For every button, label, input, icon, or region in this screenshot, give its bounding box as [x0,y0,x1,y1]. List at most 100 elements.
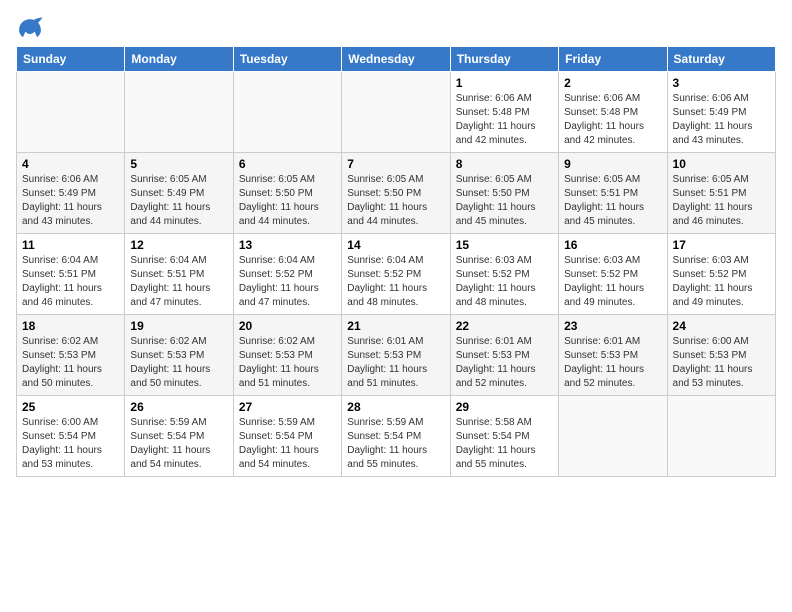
calendar-cell: 9Sunrise: 6:05 AMSunset: 5:51 PMDaylight… [559,153,667,234]
calendar-cell [17,72,125,153]
day-info: Daylight: 11 hours and 50 minutes. [130,363,227,391]
calendar-cell: 7Sunrise: 6:05 AMSunset: 5:50 PMDaylight… [342,153,450,234]
day-info: Sunrise: 6:05 AM [239,173,336,187]
page-header [16,16,776,38]
calendar-cell: 4Sunrise: 6:06 AMSunset: 5:49 PMDaylight… [17,153,125,234]
day-info: Daylight: 11 hours and 44 minutes. [130,201,227,229]
day-info: Sunrise: 6:01 AM [456,335,553,349]
calendar-cell [342,72,450,153]
day-number: 7 [347,157,444,171]
calendar-week-row: 4Sunrise: 6:06 AMSunset: 5:49 PMDaylight… [17,153,776,234]
day-number: 22 [456,319,553,333]
day-info: Sunrise: 5:58 AM [456,416,553,430]
day-info: Sunset: 5:53 PM [130,349,227,363]
day-info: Daylight: 11 hours and 50 minutes. [22,363,119,391]
day-info: Daylight: 11 hours and 48 minutes. [456,282,553,310]
calendar-week-row: 18Sunrise: 6:02 AMSunset: 5:53 PMDayligh… [17,315,776,396]
day-number: 12 [130,238,227,252]
day-info: Sunset: 5:49 PM [22,187,119,201]
calendar-cell: 16 Sunrise: 6:03 AMSunset: 5:52 PMDayligh… [559,234,667,315]
calendar-cell: 17Sunrise: 6:03 AMSunset: 5:52 PMDayligh… [667,234,775,315]
day-info: Daylight: 11 hours and 49 minutes. [673,282,770,310]
day-info: Sunrise: 6:03 AM [456,254,553,268]
calendar-cell: 19Sunrise: 6:02 AMSunset: 5:53 PMDayligh… [125,315,233,396]
day-number: 25 [22,400,119,414]
calendar-cell: 20Sunrise: 6:02 AMSunset: 5:53 PMDayligh… [233,315,341,396]
day-info: Daylight: 11 hours and 52 minutes. [564,363,661,391]
day-info: Sunset: 5:54 PM [347,430,444,444]
day-info: Daylight: 11 hours and 51 minutes. [347,363,444,391]
day-info: Sunset: 5:50 PM [456,187,553,201]
calendar-cell: 26Sunrise: 5:59 AMSunset: 5:54 PMDayligh… [125,396,233,477]
logo [16,16,48,38]
day-number: 5 [130,157,227,171]
day-info: Daylight: 11 hours and 47 minutes. [130,282,227,310]
weekday-header: Monday [125,47,233,72]
day-info: Daylight: 11 hours and 55 minutes. [347,444,444,472]
day-number: 2 [564,76,661,90]
day-info: Daylight: 11 hours and 49 minutes. [564,282,661,310]
calendar-cell: 21Sunrise: 6:01 AMSunset: 5:53 PMDayligh… [342,315,450,396]
calendar-cell: 27Sunrise: 5:59 AMSunset: 5:54 PMDayligh… [233,396,341,477]
calendar-cell [125,72,233,153]
day-number: 21 [347,319,444,333]
day-info: Sunset: 5:50 PM [239,187,336,201]
day-info: Daylight: 11 hours and 42 minutes. [564,120,661,148]
day-number: 15 [456,238,553,252]
day-info: Sunset: 5:52 PM [239,268,336,282]
day-number: 11 [22,238,119,252]
weekday-header: Tuesday [233,47,341,72]
calendar-cell: 12Sunrise: 6:04 AMSunset: 5:51 PMDayligh… [125,234,233,315]
calendar-cell: 6Sunrise: 6:05 AMSunset: 5:50 PMDaylight… [233,153,341,234]
day-info: Sunset: 5:49 PM [673,106,770,120]
day-info: Sunset: 5:54 PM [239,430,336,444]
day-info: Sunrise: 6:04 AM [347,254,444,268]
day-info: Sunrise: 6:06 AM [456,92,553,106]
calendar-cell: 24Sunrise: 6:00 AMSunset: 5:53 PMDayligh… [667,315,775,396]
day-info: Sunrise: 6:05 AM [130,173,227,187]
day-number: 24 [673,319,770,333]
day-info: Sunrise: 6:00 AM [22,416,119,430]
day-info: Sunset: 5:52 PM [564,268,661,282]
day-number: 13 [239,238,336,252]
day-info: Daylight: 11 hours and 52 minutes. [456,363,553,391]
day-info: Sunrise: 5:59 AM [130,416,227,430]
day-number: 8 [456,157,553,171]
day-info: Daylight: 11 hours and 48 minutes. [347,282,444,310]
calendar-week-row: 25Sunrise: 6:00 AMSunset: 5:54 PMDayligh… [17,396,776,477]
calendar-cell: 11Sunrise: 6:04 AMSunset: 5:51 PMDayligh… [17,234,125,315]
day-info: Daylight: 11 hours and 53 minutes. [22,444,119,472]
calendar-cell: 25 Sunrise: 6:00 AMSunset: 5:54 PMDayligh… [17,396,125,477]
calendar-cell: 3Sunrise: 6:06 AMSunset: 5:49 PMDaylight… [667,72,775,153]
day-info: Daylight: 11 hours and 55 minutes. [456,444,553,472]
day-number: 20 [239,319,336,333]
day-info: Sunrise: 6:03 AM [564,254,661,268]
day-info: Sunset: 5:54 PM [22,430,119,444]
day-info: Sunset: 5:54 PM [456,430,553,444]
calendar-cell: 29Sunrise: 5:58 AMSunset: 5:54 PMDayligh… [450,396,558,477]
day-info: Sunset: 5:53 PM [564,349,661,363]
calendar-cell: 18Sunrise: 6:02 AMSunset: 5:53 PMDayligh… [17,315,125,396]
day-info: Sunset: 5:51 PM [22,268,119,282]
day-number: 26 [130,400,227,414]
day-number: 3 [673,76,770,90]
calendar-cell [559,396,667,477]
calendar-cell: 13Sunrise: 6:04 AMSunset: 5:52 PMDayligh… [233,234,341,315]
calendar-cell: 5 Sunrise: 6:05 AMSunset: 5:49 PMDaylight… [125,153,233,234]
day-number: 4 [22,157,119,171]
day-info: Sunset: 5:53 PM [347,349,444,363]
day-info: Sunrise: 5:59 AM [347,416,444,430]
day-info: Daylight: 11 hours and 53 minutes. [673,363,770,391]
day-info: Sunset: 5:48 PM [564,106,661,120]
day-number: 28 [347,400,444,414]
day-number: 6 [239,157,336,171]
day-info: Sunset: 5:49 PM [130,187,227,201]
calendar-table: SundayMondayTuesdayWednesdayThursdayFrid… [16,46,776,477]
day-info: Daylight: 11 hours and 54 minutes. [239,444,336,472]
day-info: Sunrise: 6:05 AM [673,173,770,187]
day-number: 18 [22,319,119,333]
day-info: Sunrise: 6:02 AM [130,335,227,349]
calendar-cell: 28 Sunrise: 5:59 AMSunset: 5:54 PMDayligh… [342,396,450,477]
day-number: 16 [564,238,661,252]
day-info: Daylight: 11 hours and 45 minutes. [456,201,553,229]
